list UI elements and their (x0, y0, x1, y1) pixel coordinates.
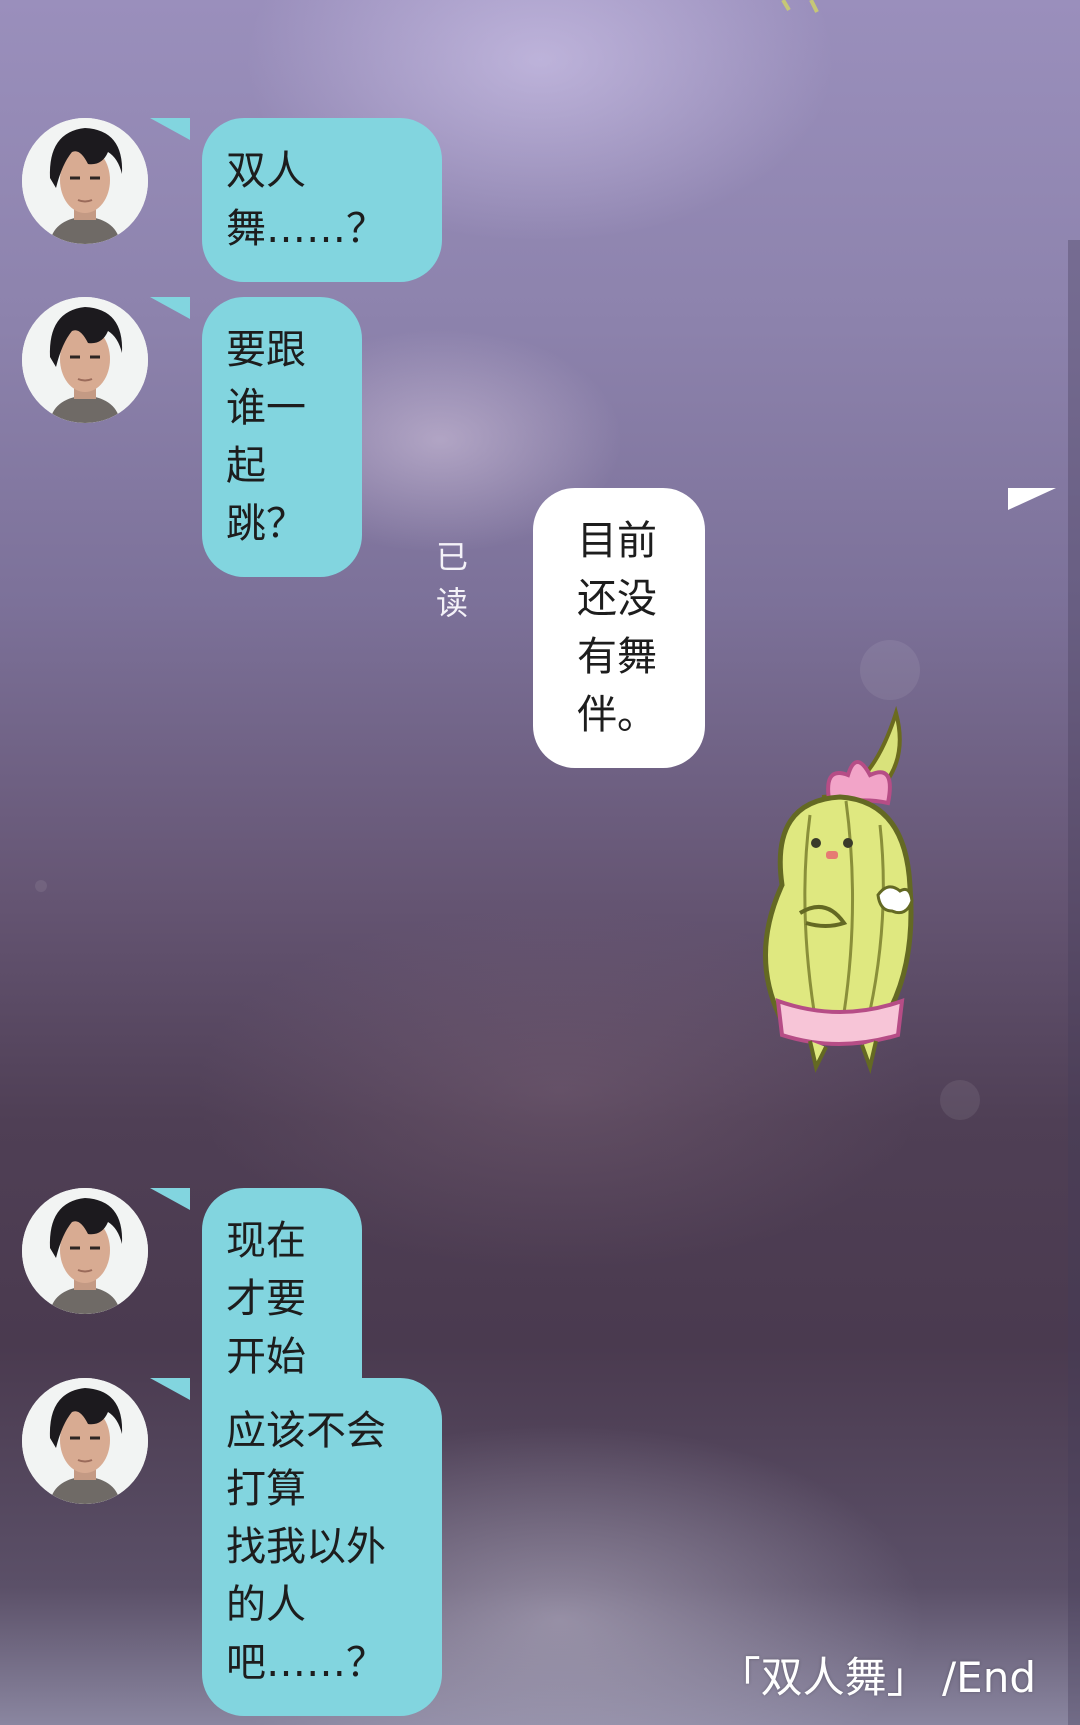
incoming-message-bubble[interactable]: 双人舞……？ (202, 118, 442, 282)
read-receipt: 已读 (436, 538, 469, 622)
background-light (860, 640, 920, 700)
contact-avatar[interactable] (22, 1378, 148, 1504)
outgoing-message-bubble[interactable]: 目前还没有舞伴。 (533, 488, 705, 768)
incoming-message-bubble[interactable]: 要跟谁一起跳？ (202, 297, 362, 577)
contact-avatar[interactable] (22, 297, 148, 423)
scrollbar[interactable] (1068, 240, 1080, 1725)
sprig-icon (781, 0, 819, 13)
contact-avatar[interactable] (22, 1188, 148, 1314)
bubble-tail (1008, 488, 1056, 510)
cactus-character-sticker[interactable] (710, 705, 950, 1085)
bubble-tail (150, 118, 190, 140)
incoming-message-bubble[interactable]: 应该不会打算 找我以外的人吧……？ (202, 1378, 442, 1716)
contact-avatar[interactable] (22, 118, 148, 244)
bubble-tail (150, 1378, 190, 1400)
end-caption: 「双人舞」 /End (718, 1653, 1036, 1702)
bubble-tail (150, 297, 190, 319)
background-light (940, 1080, 980, 1120)
background-light (35, 880, 47, 892)
bubble-tail (150, 1188, 190, 1210)
